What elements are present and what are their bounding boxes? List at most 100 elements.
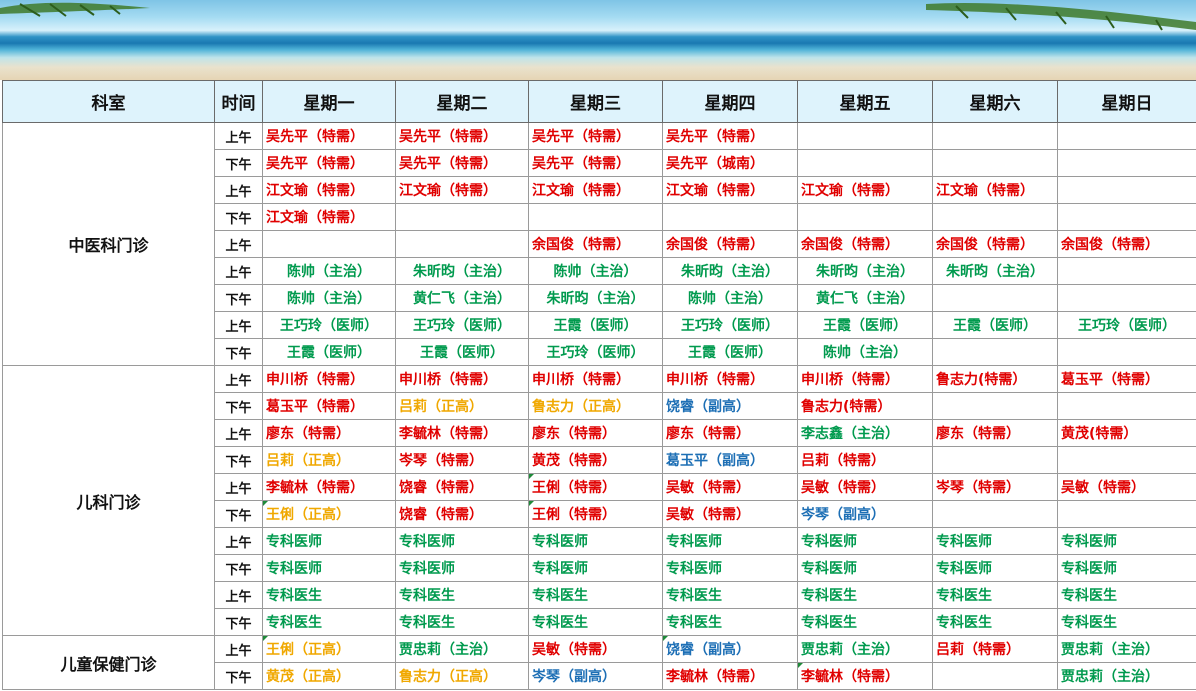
doctor-cell: 吴敏（特需） [662,473,798,501]
doctor-cell: 王巧玲（医师） [1057,311,1196,339]
doctor-cell: 饶睿（副高） [662,635,798,663]
doctor-cell: 陈帅（主治） [262,257,396,285]
header-wednesday: 星期三 [528,80,663,123]
doctor-cell: 朱昕昀（主治） [932,257,1058,285]
doctor-cell: 饶睿（副高） [662,392,798,420]
doctor-cell: 江文瑜（特需） [395,176,529,204]
doctor-cell: 余国俊（特需） [932,230,1058,258]
time-slot-cell: 上午 [214,176,263,204]
doctor-cell: 朱昕昀（主治） [395,257,529,285]
doctor-cell: 专科医生 [797,581,933,609]
doctor-cell: 王巧玲（医师） [662,311,798,339]
doctor-cell: 李毓林（特需） [262,473,396,501]
doctor-cell: 专科医生 [395,581,529,609]
doctor-cell: 王俐（正高） [262,635,396,663]
doctor-cell: 吴先平（特需） [262,122,396,150]
time-slot-cell: 上午 [214,122,263,150]
doctor-cell [932,284,1058,312]
time-slot-cell: 下午 [214,662,263,690]
time-slot-cell: 下午 [214,500,263,528]
header-thursday: 星期四 [662,80,798,123]
doctor-cell [528,203,663,231]
header-saturday: 星期六 [932,80,1058,123]
doctor-cell: 余国俊（特需） [528,230,663,258]
doctor-cell [932,338,1058,366]
doctor-cell: 申川桥（特需） [797,365,933,393]
doctor-cell [932,446,1058,474]
doctor-cell: 岑琴（特需） [932,473,1058,501]
header-tuesday: 星期二 [395,80,529,123]
doctor-cell: 鲁志力（正高） [395,662,529,690]
doctor-cell: 吴敏（特需） [1057,473,1196,501]
time-slot-cell: 上午 [214,230,263,258]
header-friday: 星期五 [797,80,933,123]
doctor-cell: 鲁志力(特需） [797,392,933,420]
time-slot-cell: 下午 [214,554,263,582]
doctor-cell: 王俐（正高） [262,500,396,528]
doctor-cell [1057,392,1196,420]
doctor-cell: 专科医生 [395,608,529,636]
doctor-cell: 饶睿（特需） [395,473,529,501]
header-time: 时间 [214,80,263,123]
doctor-cell: 江文瑜（特需） [932,176,1058,204]
doctor-cell: 专科医生 [262,608,396,636]
doctor-cell [395,230,529,258]
doctor-cell: 李毓林（特需） [662,662,798,690]
time-slot-cell: 上午 [214,257,263,285]
doctor-cell: 专科医生 [932,608,1058,636]
department-cell: 中医科门诊 [2,122,215,366]
doctor-cell: 专科医师 [1057,554,1196,582]
doctor-cell: 吕莉（正高） [395,392,529,420]
schedule-body: 中医科门诊 上午 吴先平（特需） 吴先平（特需） 吴先平（特需） 吴先平（特需） 下午 吴先平… [2,122,1196,690]
doctor-cell: 吴敏（特需） [528,635,663,663]
doctor-cell: 黄仁飞（主治） [797,284,933,312]
time-slot-cell: 下午 [214,608,263,636]
doctor-cell: 鲁志力（正高） [528,392,663,420]
doctor-cell: 贾忠莉（主治） [797,635,933,663]
doctor-cell [1057,446,1196,474]
doctor-cell: 吴敏（特需） [662,500,798,528]
doctor-cell [1057,203,1196,231]
doctor-cell [932,392,1058,420]
doctor-cell: 吴先平（特需） [395,149,529,177]
doctor-cell: 江文瑜（特需） [797,176,933,204]
time-slot-cell: 下午 [214,203,263,231]
doctor-cell: 王俐（特需） [528,500,663,528]
beach-banner [0,0,1196,80]
doctor-cell: 专科医师 [1057,527,1196,555]
doctor-cell: 李毓林（特需） [395,419,529,447]
doctor-cell: 王霞（医师） [528,311,663,339]
doctor-cell: 廖东（特需） [528,419,663,447]
doctor-cell: 专科医师 [662,527,798,555]
doctor-cell: 陈帅（主治） [662,284,798,312]
doctor-cell: 余国俊（特需） [1057,230,1196,258]
header-row: 科室 时间 星期一 星期二 星期三 星期四 星期五 星期六 星期日 [2,80,1196,123]
doctor-cell: 吴先平（特需） [528,149,663,177]
time-slot-cell: 下午 [214,284,263,312]
doctor-cell: 申川桥（特需） [528,365,663,393]
schedule-row: 儿科门诊 上午 申川桥（特需） 申川桥（特需） 申川桥（特需） 申川桥（特需） 申川桥（特需… [2,365,1196,636]
doctor-cell: 吴先平（城南） [662,149,798,177]
doctor-cell [797,203,933,231]
doctor-cell [1057,176,1196,204]
doctor-cell: 余国俊（特需） [662,230,798,258]
schedule-row: 中医科门诊 上午 吴先平（特需） 吴先平（特需） 吴先平（特需） 吴先平（特需） [2,122,1196,366]
doctor-cell: 专科医生 [662,581,798,609]
doctor-cell: 专科医生 [662,608,798,636]
doctor-cell: 江文瑜（特需） [662,176,798,204]
doctor-cell: 黄茂（特需） [528,446,663,474]
doctor-cell: 专科医师 [262,527,396,555]
doctor-cell: 专科医师 [395,554,529,582]
doctor-cell: 专科医师 [797,554,933,582]
time-slot-cell: 上午 [214,365,263,393]
schedule-row: 儿童保健门诊 上午 王俐（正高） 贾忠莉（主治） 吴敏（特需） 饶睿（副高） 贾忠莉（主治）… [2,635,1196,690]
doctor-cell: 专科医生 [528,608,663,636]
doctor-cell: 贾忠莉（主治） [1057,635,1196,663]
doctor-cell: 吴先平（特需） [262,149,396,177]
doctor-cell: 专科医师 [262,554,396,582]
doctor-cell: 江文瑜（特需） [528,176,663,204]
doctor-cell: 吕莉（正高） [262,446,396,474]
doctor-cell: 吕莉（特需） [932,635,1058,663]
doctor-cell [262,230,396,258]
doctor-cell: 朱昕昀（主治） [528,284,663,312]
